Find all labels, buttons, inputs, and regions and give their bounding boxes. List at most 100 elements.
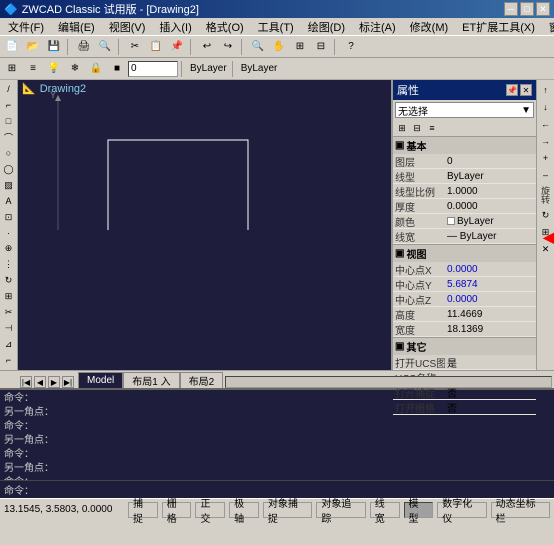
move-button[interactable]: ⊕ xyxy=(1,241,17,256)
menu-dimension[interactable]: 标注(A) xyxy=(353,18,402,36)
prop-val-width[interactable]: 18.1369 xyxy=(445,324,536,335)
prop-tb-btn-2[interactable]: ⊟ xyxy=(410,121,424,135)
fillet-button[interactable]: ⌐ xyxy=(1,353,17,368)
layer-state-button[interactable]: ≡ xyxy=(23,59,43,79)
copy-obj-button[interactable]: ⋮ xyxy=(1,257,17,272)
prop-val-linewidth[interactable]: — ByLayer xyxy=(445,231,536,242)
properties-dropdown[interactable]: 无选择 ▼ xyxy=(395,102,534,118)
prop-val-ucs-icon[interactable]: 是 xyxy=(445,355,536,370)
tab-last-button[interactable]: ▶| xyxy=(62,376,74,388)
prop-val-linetype[interactable]: ByLayer xyxy=(445,171,536,182)
trim-button[interactable]: ✂ xyxy=(1,305,17,320)
rt-btn-3[interactable]: ← xyxy=(538,116,554,132)
menu-et[interactable]: ET扩展工具(X) xyxy=(456,18,541,36)
text-button[interactable]: A xyxy=(1,194,17,209)
prop-tb-btn-3[interactable]: ≡ xyxy=(425,121,439,135)
rt-btn-1[interactable]: ↑ xyxy=(538,82,554,98)
drawing-area[interactable]: 📐 Drawing2 X Y xyxy=(18,80,391,370)
layer-input[interactable] xyxy=(128,61,178,77)
menu-tools[interactable]: 工具(T) xyxy=(252,18,300,36)
extend-button[interactable]: ⊣ xyxy=(1,321,17,336)
menu-insert[interactable]: 插入(I) xyxy=(153,18,197,36)
draw-arc-button[interactable]: ⌒ xyxy=(1,130,17,145)
offset-button[interactable]: ⊿ xyxy=(1,337,17,352)
prop-val-cy[interactable]: 5.6874 xyxy=(445,279,536,290)
menu-edit[interactable]: 编辑(E) xyxy=(52,18,101,36)
draw-ellipse-button[interactable]: ◯ xyxy=(1,162,17,177)
layer-lock-button[interactable]: 🔒 xyxy=(86,59,106,79)
layer-freeze-button[interactable]: ❄ xyxy=(65,59,85,79)
status-ortho-button[interactable]: 正交 xyxy=(195,502,225,518)
rt-btn-4[interactable]: → xyxy=(538,133,554,149)
status-snap-button[interactable]: 捕捉 xyxy=(128,502,158,518)
paste-button[interactable]: 📌 xyxy=(167,37,187,57)
prop-val-color[interactable]: ByLayer xyxy=(445,216,536,227)
zoom-button[interactable]: 🔍 xyxy=(248,37,268,57)
cut-button[interactable]: ✂ xyxy=(125,37,145,57)
save-button[interactable]: 💾 xyxy=(44,37,64,57)
draw-line-button[interactable]: / xyxy=(1,82,17,97)
help-button[interactable]: ? xyxy=(341,37,361,57)
maximize-button[interactable]: □ xyxy=(520,2,534,16)
properties-pin-button[interactable]: 📌 xyxy=(506,84,518,96)
preview-button[interactable]: 🔍 xyxy=(95,37,115,57)
print-button[interactable]: 🖨 xyxy=(74,37,94,57)
status-digitizer-button[interactable]: 数字化仪 xyxy=(437,502,486,518)
undo-button[interactable]: ↩ xyxy=(197,37,217,57)
tab-next-button[interactable]: ▶ xyxy=(48,376,60,388)
minimize-button[interactable]: ─ xyxy=(504,2,518,16)
redo-button[interactable]: ↪ xyxy=(218,37,238,57)
status-grid-button[interactable]: 栅格 xyxy=(162,502,192,518)
layer-manager-button[interactable]: ⊞ xyxy=(2,59,22,79)
draw-circle-button[interactable]: ○ xyxy=(1,146,17,161)
new-button[interactable]: 📄 xyxy=(2,37,22,57)
prop-val-cx[interactable]: 0.0000 xyxy=(445,264,536,275)
status-otrack-button[interactable]: 对象追踪 xyxy=(316,502,365,518)
status-model-button[interactable]: 模型 xyxy=(404,502,434,518)
menu-window[interactable]: 窗口(W) xyxy=(543,18,554,36)
tab-layout2[interactable]: 布局2 xyxy=(180,372,224,388)
copy-button[interactable]: 📋 xyxy=(146,37,166,57)
menu-draw[interactable]: 绘图(D) xyxy=(302,18,351,36)
prop-val-height[interactable]: 11.4669 xyxy=(445,309,536,320)
pan-button[interactable]: ✋ xyxy=(269,37,289,57)
tab-layout1[interactable]: 布局1 入 xyxy=(123,372,179,388)
draw-rect-button[interactable]: □ xyxy=(1,114,17,129)
open-button[interactable]: 📂 xyxy=(23,37,43,57)
rt-btn-6[interactable]: – xyxy=(538,167,554,183)
tab-model[interactable]: Model xyxy=(78,372,123,388)
prop-tb-btn-1[interactable]: ⊞ xyxy=(395,121,409,135)
properties-view-section[interactable]: ▣ 视图 xyxy=(393,244,536,262)
command-input[interactable] xyxy=(34,484,550,495)
hatch-button[interactable]: ▨ xyxy=(1,178,17,193)
prop-val-linescale[interactable]: 1.0000 xyxy=(445,186,536,197)
status-polar-button[interactable]: 极轴 xyxy=(229,502,259,518)
drawing-canvas[interactable]: X Y xyxy=(18,80,318,230)
point-button[interactable]: · xyxy=(1,226,17,241)
zoom-all-button[interactable]: ⊞ xyxy=(290,37,310,57)
rt-btn-7[interactable]: ↻ xyxy=(538,207,554,223)
zoom-prev-button[interactable]: ⊟ xyxy=(311,37,331,57)
properties-close-button[interactable]: ✕ xyxy=(520,84,532,96)
status-lineweight-button[interactable]: 线宽 xyxy=(370,502,400,518)
layer-color-button[interactable]: ■ xyxy=(107,59,127,79)
draw-poly-button[interactable]: ⌐ xyxy=(1,98,17,113)
scale-button[interactable]: ⊞ xyxy=(1,289,17,304)
status-osnap-button[interactable]: 对象捕捉 xyxy=(263,502,312,518)
menu-format[interactable]: 格式(O) xyxy=(200,18,250,36)
rt-btn-5[interactable]: + xyxy=(538,150,554,166)
menu-view[interactable]: 视图(V) xyxy=(103,18,152,36)
tab-prev-button[interactable]: ◀ xyxy=(34,376,46,388)
tab-first-button[interactable]: |◀ xyxy=(20,376,32,388)
prop-val-layer[interactable]: 0 xyxy=(445,156,536,167)
block-button[interactable]: ⊡ xyxy=(1,210,17,225)
rt-btn-2[interactable]: ↓ xyxy=(538,99,554,115)
status-dyncoord-button[interactable]: 动态坐标栏 xyxy=(491,502,550,518)
rotate-button[interactable]: ↻ xyxy=(1,273,17,288)
menu-file[interactable]: 文件(F) xyxy=(2,18,50,36)
properties-basic-section[interactable]: ▣ 基本 xyxy=(393,136,536,154)
properties-other-section[interactable]: ▣ 其它 xyxy=(393,337,536,355)
menu-modify[interactable]: 修改(M) xyxy=(404,18,455,36)
tab-scrollbar[interactable] xyxy=(225,376,552,388)
prop-val-thickness[interactable]: 0.0000 xyxy=(445,201,536,212)
